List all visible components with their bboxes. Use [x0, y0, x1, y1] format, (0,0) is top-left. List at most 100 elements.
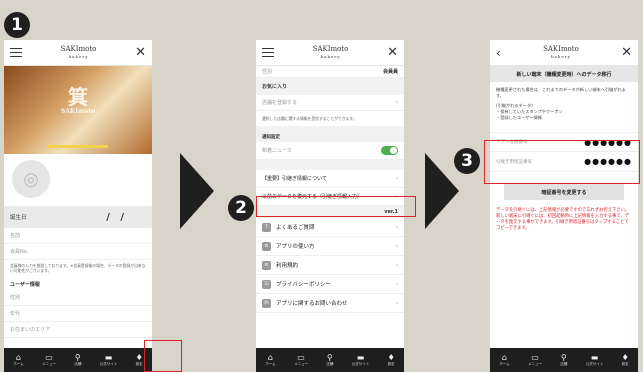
book-icon: ▭	[297, 353, 305, 362]
tab-store[interactable]: ⚲ 店舗	[560, 353, 567, 367]
warning-text: データを引継ぐには、上記情報が必要ですので忘れずお控え下さい。新しい端末に引継ぐ…	[496, 208, 630, 231]
highlight-settings-tab	[144, 340, 182, 372]
lock-icon: ⊡	[262, 279, 271, 289]
age-field[interactable]: 年代	[4, 306, 152, 322]
document-icon: ≡	[262, 241, 271, 251]
birthday-row[interactable]: 誕生日 / /	[4, 206, 152, 228]
chevron-right-icon: ›	[395, 280, 398, 288]
menu-contact[interactable]: ✉ アプリに関するお問い合わせ ›	[256, 294, 404, 313]
menu-faq[interactable]: ? よくあるご質問 ›	[256, 218, 404, 237]
transfer-info-row[interactable]: 【重要】引継ぎ情報について ›	[256, 170, 404, 188]
home-icon: ⌂	[501, 353, 507, 362]
highlight-transfer-row	[256, 196, 416, 217]
menu-how-to[interactable]: ≡ アプリの使い方 ›	[256, 237, 404, 256]
gender-field[interactable]: 性別	[4, 290, 152, 306]
birthday-label: 誕生日	[10, 215, 27, 221]
spacer	[256, 160, 404, 170]
monitor-icon: ▬	[104, 353, 113, 362]
settings-icon: ♦	[387, 353, 395, 362]
arrow-right-icon	[425, 153, 459, 229]
pin-icon: ⚲	[326, 353, 333, 362]
hamburger-icon[interactable]	[10, 48, 22, 57]
favorites-heading: お気に入り	[256, 78, 404, 95]
tab-home[interactable]: ⌂ ホーム	[13, 353, 23, 367]
logo: SAKImoto bakery	[543, 44, 579, 59]
area-field[interactable]: お住まいのエリア	[4, 322, 152, 338]
chevron-right-icon: ›	[395, 99, 398, 106]
tab-store[interactable]: ⚲ 店舗	[326, 353, 333, 367]
close-icon[interactable]: ✕	[387, 46, 398, 59]
book-icon: ▭	[531, 353, 539, 362]
hamburger-icon[interactable]	[262, 48, 274, 57]
monitor-icon: ▬	[356, 353, 365, 362]
page-title: 新しい端末（機種変更時）へのデータ移行	[490, 66, 638, 82]
tab-home[interactable]: ⌂ ホーム	[499, 353, 509, 367]
store-note: 選択した店舗に関する情報を受信することができます。	[262, 116, 357, 121]
menu-terms[interactable]: ≡ 利用規約 ›	[256, 256, 404, 275]
monitor-icon: ▬	[590, 353, 599, 362]
book-icon: ▭	[45, 353, 53, 362]
menu-privacy[interactable]: ⊡ プライバシーポリシー ›	[256, 275, 404, 294]
member-no-field[interactable]: 会員No.	[4, 244, 152, 260]
notify-heading: 通知設定	[256, 126, 404, 142]
arrow-right-icon	[180, 153, 214, 229]
back-icon[interactable]: ‹	[496, 46, 501, 60]
logo: SAKImoto bakery	[312, 44, 349, 59]
tab-official-site[interactable]: ▬ 公式サイト	[100, 353, 118, 367]
chevron-right-icon: ›	[395, 242, 398, 250]
top-bar: ‹ SAKImoto bakery ✕	[490, 40, 638, 66]
phone-screen-1: SAKImoto bakery ✕ 箕 SAKImoto ◎ 誕生日 / / 名前…	[4, 40, 152, 372]
user-icon: ◎	[23, 168, 39, 190]
mail-icon: ✉	[262, 298, 271, 308]
tab-menu[interactable]: ▭ メニュー	[294, 353, 308, 367]
chevron-right-icon: ›	[395, 261, 398, 269]
register-store-row[interactable]: 店舗を登録する ›	[256, 95, 404, 111]
settings-icon: ♦	[135, 353, 143, 362]
tab-bar: ⌂ ホーム ▭ メニュー ⚲ 店舗 ▬ 公式サイト ♦ 設定	[4, 348, 152, 372]
chevron-right-icon: ›	[395, 175, 398, 182]
avatar-area: ◎	[4, 154, 152, 206]
tab-official-site[interactable]: ▬ 公式サイト	[352, 353, 370, 367]
pin-icon: ⚲	[74, 353, 81, 362]
question-icon: ?	[262, 222, 271, 232]
avatar[interactable]: ◎	[12, 160, 50, 198]
news-toggle-row: 新着ニュース	[256, 142, 404, 160]
tab-bar: ⌂ ホーム ▭ メニュー ⚲ 店舗 ▬ 公式サイト ♦ 設定	[490, 348, 638, 372]
tab-menu[interactable]: ▭ メニュー	[528, 353, 542, 367]
tab-bar: ⌂ ホーム ▭ メニュー ⚲ 店舗 ▬ 公式サイト ♦ 設定	[256, 348, 404, 372]
tab-store[interactable]: ⚲ 店舗	[74, 353, 81, 367]
news-toggle[interactable]	[381, 146, 398, 155]
tab-official-site[interactable]: ▬ 公式サイト	[586, 353, 604, 367]
chevron-right-icon: ›	[395, 299, 398, 307]
name-field[interactable]: 名前	[4, 228, 152, 244]
gender-row: 性別 会員員	[256, 66, 404, 78]
intro-text: 機種変更された場合は、これまでのデータが新しい端末へ引継がれます。 (引継がれる…	[496, 87, 626, 120]
close-icon[interactable]: ✕	[621, 46, 632, 59]
tab-settings[interactable]: ♦ 設定	[622, 353, 629, 367]
highlight-member-info	[484, 140, 640, 184]
hero-logo-overlay: 箕 SAKImoto	[60, 85, 96, 115]
phone-screen-3: ‹ SAKImoto bakery ✕ 新しい端末（機種変更時）へのデータ移行 機…	[490, 40, 638, 372]
tab-settings[interactable]: ♦ 設定	[388, 353, 395, 367]
hero-image: 箕 SAKImoto	[4, 66, 152, 154]
top-bar: SAKImoto bakery ✕	[256, 40, 404, 66]
home-icon: ⌂	[15, 353, 21, 362]
document-icon: ≡	[262, 260, 271, 270]
hero-underline	[48, 145, 108, 148]
pin-icon: ⚲	[560, 353, 567, 362]
user-info-heading: ユーザー情報	[10, 282, 40, 288]
home-icon: ⌂	[267, 353, 273, 362]
chevron-right-icon: ›	[395, 223, 398, 231]
logo: SAKImoto bakery	[60, 44, 97, 59]
change-pin-button[interactable]: 暗証番号を変更する	[504, 184, 624, 200]
tab-home[interactable]: ⌂ ホーム	[265, 353, 275, 367]
top-bar: SAKImoto bakery ✕	[4, 40, 152, 66]
step-1-badge: 1	[4, 12, 30, 38]
tab-menu[interactable]: ▭ メニュー	[42, 353, 56, 367]
close-icon[interactable]: ✕	[135, 46, 146, 59]
settings-icon: ♦	[621, 353, 629, 362]
member-note: 会員様の入力を推奨しております。※会員登録後の場合、データの登録が出来ない可能性…	[10, 263, 146, 273]
step-2-badge: 2	[228, 195, 254, 221]
birthday-value: / /	[106, 211, 124, 223]
tab-settings[interactable]: ♦ 設定	[136, 353, 143, 367]
